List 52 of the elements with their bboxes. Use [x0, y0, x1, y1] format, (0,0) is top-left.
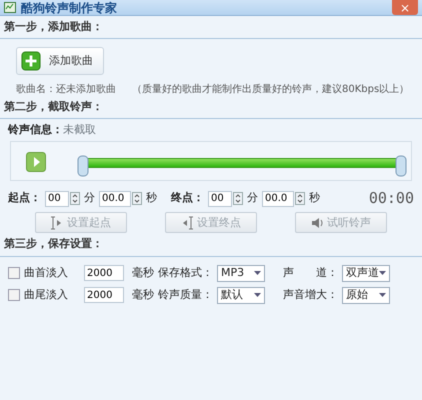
ringtone-info-value: 未截取 [63, 122, 96, 137]
seconds-field[interactable]: 00.0 [262, 190, 294, 207]
seconds-unit: 秒 [146, 191, 157, 206]
unit-label: 毫秒 [132, 288, 154, 302]
checkbox[interactable] [8, 289, 20, 302]
spin-arrows-icon [233, 192, 243, 206]
window-title: 酷狗铃声制作专家 [21, 2, 117, 14]
caret-icon [379, 293, 386, 298]
plus-icon [21, 51, 41, 72]
unit-label: 毫秒 [132, 266, 154, 280]
checkbox[interactable] [8, 267, 20, 280]
add-song-button[interactable]: 添加歌曲 [16, 47, 104, 76]
slider-handle[interactable] [77, 154, 89, 177]
minutes-field[interactable]: 00 [208, 190, 232, 207]
dropdown[interactable]: 默认 [217, 286, 265, 304]
section-heading: 第三步，保存设置： [3, 237, 104, 252]
dropdown[interactable]: 原始 [342, 286, 390, 304]
dropdown[interactable]: 双声道 [342, 264, 390, 282]
duration-field[interactable]: 2000 [84, 265, 124, 282]
duration-field[interactable]: 2000 [84, 287, 124, 304]
select-label: 保存格式： [158, 266, 213, 280]
select-label: 铃声质量： [158, 288, 213, 302]
dropdown[interactable]: MP3 [217, 264, 265, 282]
caret-icon [254, 293, 261, 298]
caret-icon [379, 271, 386, 276]
spin-arrows-icon [132, 192, 142, 206]
play-icon[interactable] [26, 152, 46, 172]
spin-arrows-icon [70, 192, 80, 206]
minutes-unit: 分 [247, 191, 258, 206]
select-label: 声 道： [283, 266, 338, 280]
checkbox-label: 曲尾淡入 [24, 288, 68, 302]
section-heading: 第一步，添加歌曲： [3, 20, 104, 34]
app-icon [4, 2, 16, 13]
time-display: 00:00 [368, 188, 414, 208]
quality-hint: （质量好的歌曲才能制作出质量好的铃声，建议80Kbps以上） [132, 83, 410, 96]
minutes-field[interactable]: 00 [45, 190, 69, 207]
speaker-icon [311, 216, 323, 230]
seconds-unit: 秒 [309, 191, 320, 206]
ringtone-info-label: 铃声信息： [8, 122, 63, 137]
minutes-unit: 分 [84, 191, 95, 206]
marker-icon [181, 216, 193, 230]
end-label: 终点： [171, 191, 204, 206]
song-name-label: 歌曲名：还未添加歌曲 [16, 83, 116, 96]
checkbox-label: 曲首淡入 [24, 266, 68, 280]
select-label: 声音增大： [283, 288, 338, 302]
marker-icon [51, 216, 63, 230]
caret-icon [254, 271, 261, 276]
section-heading: 第二步，截取铃声： [3, 100, 104, 115]
slider-handle[interactable] [395, 154, 407, 177]
seconds-field[interactable]: 00.0 [99, 190, 131, 207]
spin-arrows-icon [295, 192, 305, 206]
start-label: 起点： [8, 191, 41, 206]
